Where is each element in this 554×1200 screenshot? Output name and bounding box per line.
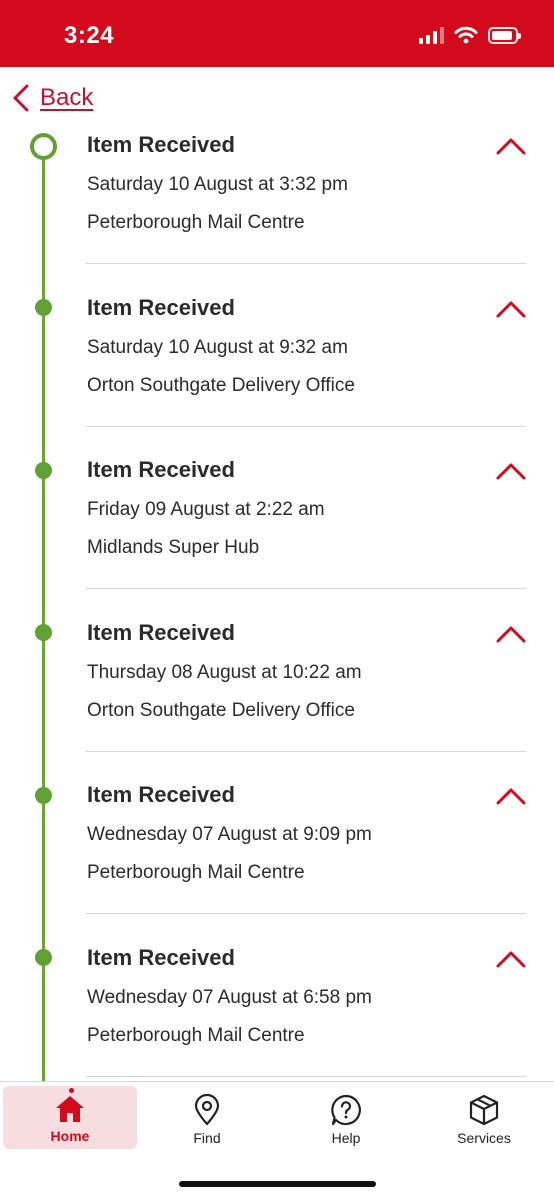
event-title: Item Received (87, 619, 235, 645)
event-date: Friday 09 August at 2:22 am (87, 499, 325, 520)
back-label: Back (40, 84, 94, 111)
tab-find-label: Find (193, 1130, 221, 1146)
tab-home[interactable]: Home (3, 1086, 137, 1149)
timeline-current-marker (30, 133, 57, 160)
event-location: Peterborough Mail Centre (87, 862, 305, 883)
tab-help[interactable]: Help (279, 1086, 413, 1149)
home-indicator (179, 1181, 376, 1187)
event-date: Saturday 10 August at 3:32 pm (87, 174, 348, 195)
divider (86, 263, 526, 264)
timeline-event: Item Received Saturday 10 August at 9:32… (0, 291, 554, 479)
event-location: Orton Southgate Delivery Office (87, 374, 355, 396)
battery-icon (488, 27, 521, 44)
event-title: Item Received (87, 294, 235, 320)
collapse-chevron-icon[interactable] (496, 786, 526, 806)
active-tab-indicator (69, 1088, 74, 1093)
collapse-chevron-icon[interactable] (496, 624, 526, 644)
collapse-chevron-icon[interactable] (496, 299, 526, 319)
timeline-event: Item Received Saturday 10 August at 3:32… (0, 128, 554, 316)
event-title: Item Received (87, 944, 235, 970)
timeline-event: Item Received Wednesday 07 August at 6:5… (0, 941, 554, 1104)
event-date: Wednesday 07 August at 6:58 pm (87, 986, 372, 1008)
tab-home-label: Home (50, 1128, 90, 1144)
timeline-event: Item Received Friday 09 August at 2:22 a… (0, 453, 554, 641)
event-location: Peterborough Mail Centre (87, 212, 305, 233)
tracking-timeline: Item Received Saturday 10 August at 3:32… (0, 128, 554, 1110)
event-location: Peterborough Mail Centre (87, 1024, 305, 1046)
event-date: Wednesday 07 August at 9:09 pm (87, 824, 372, 845)
status-icons (419, 26, 521, 44)
timeline-event: Item Received Wednesday 07 August at 9:0… (0, 778, 554, 966)
location-pin-icon (194, 1094, 220, 1126)
tab-services-label: Services (457, 1130, 511, 1146)
wifi-icon (454, 26, 478, 44)
parcel-box-icon (469, 1094, 499, 1126)
divider (86, 588, 526, 589)
home-icon (56, 1096, 84, 1122)
event-date: Saturday 10 August at 9:32 am (87, 336, 348, 358)
divider (86, 1075, 526, 1077)
divider (86, 750, 526, 752)
tab-services[interactable]: Services (417, 1086, 551, 1149)
divider (86, 425, 526, 427)
signal-icon (419, 26, 444, 44)
event-title: Item Received (87, 132, 235, 157)
back-chevron-icon (13, 84, 29, 112)
tab-find[interactable]: Find (140, 1086, 274, 1149)
event-title: Item Received (87, 782, 235, 807)
event-title: Item Received (87, 457, 235, 482)
collapse-chevron-icon[interactable] (496, 136, 526, 156)
collapse-chevron-icon[interactable] (496, 461, 526, 481)
status-time: 3:24 (64, 22, 115, 49)
collapse-chevron-icon[interactable] (496, 949, 526, 969)
back-button[interactable]: Back (12, 82, 93, 114)
event-date: Thursday 08 August at 10:22 am (87, 661, 362, 683)
timeline-event: Item Received Thursday 08 August at 10:2… (0, 616, 554, 804)
event-location: Orton Southgate Delivery Office (87, 699, 355, 721)
tab-help-label: Help (331, 1130, 361, 1146)
status-bar: 3:24 (0, 0, 554, 67)
divider (86, 913, 526, 914)
help-icon (331, 1094, 361, 1126)
event-location: Midlands Super Hub (87, 537, 260, 558)
